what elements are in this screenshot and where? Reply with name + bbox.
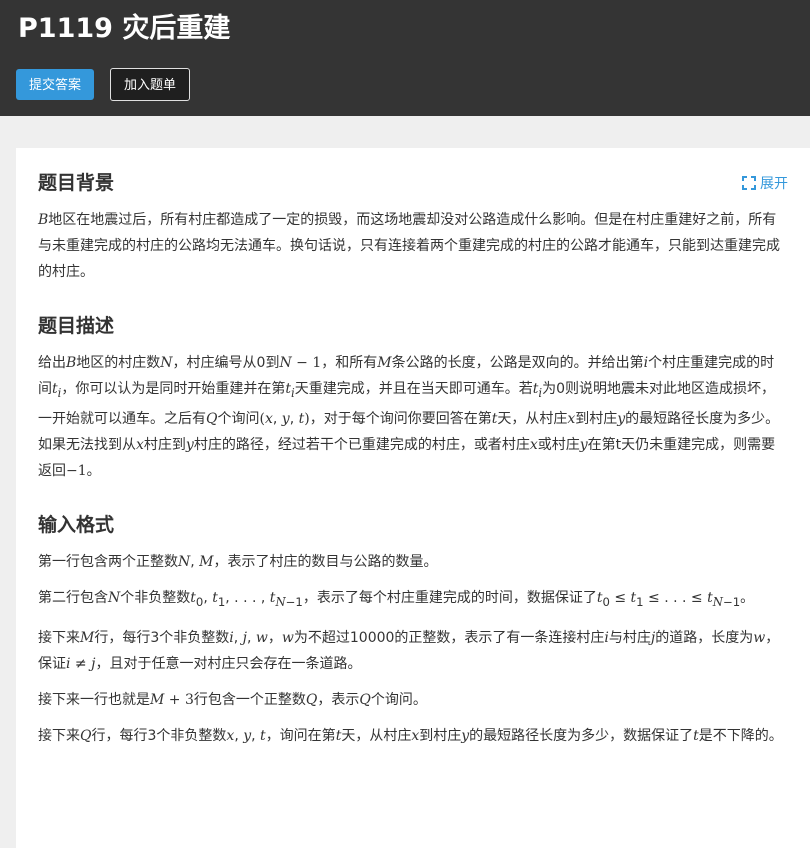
input-line-3: 接下来M行，每行3个非负整数i, j, w，w为不超过10000的正整数，表示了… [38,629,780,672]
description-text: 给出B地区的村庄数N，村庄编号从0到N − 1，和所有M条公路的长度，公路是双向… [38,355,780,479]
submit-answer-button[interactable]: 提交答案 [16,69,95,100]
input-format-heading: 输入格式 [38,513,115,536]
add-to-list-button[interactable]: 加入题单 [110,68,191,101]
expand-icon [742,176,756,190]
page-title: P1119 灾后重建 [18,13,231,44]
description-section: 题目描述 给出B地区的村庄数N，村庄编号从0到N − 1，和所有M条公路的长度，… [38,311,788,484]
problem-header: P1119 灾后重建 提交答案 加入题单 [0,0,810,116]
input-line-4: 接下来一行也就是M + 3行包含一个正整数Q，表示Q个询问。 [38,691,427,708]
input-line-2: 第二行包含N个非负整数t0, t1, . . . , tN−1，表示了每个村庄重… [38,589,755,609]
expand-label: 展开 [760,176,788,192]
background-text: B地区在地震过后，所有村庄都造成了一定的损毁，而这场地震却没对公路造成什么影响。… [38,212,780,280]
background-heading: 题目背景 [38,172,115,194]
expand-button[interactable]: 展开 [742,173,788,193]
description-heading: 题目描述 [38,315,115,337]
input-line-1: 第一行包含两个正整数N, M，表示了村庄的数目与公路的数量。 [38,553,438,570]
input-line-5: 接下来Q行，每行3个非负整数x, y, t，询问在第t天，从村庄x到村庄y的最短… [38,727,783,744]
input-format-section: 输入格式 第一行包含两个正整数N, M，表示了村庄的数目与公路的数量。 第二行包… [38,510,788,749]
background-section: 题目背景 B地区在地震过后，所有村庄都造成了一定的损毁，而这场地震却没对公路造成… [38,168,788,285]
problem-card: 展开 题目背景 B地区在地震过后，所有村庄都造成了一定的损毁，而这场地震却没对公… [16,148,810,848]
